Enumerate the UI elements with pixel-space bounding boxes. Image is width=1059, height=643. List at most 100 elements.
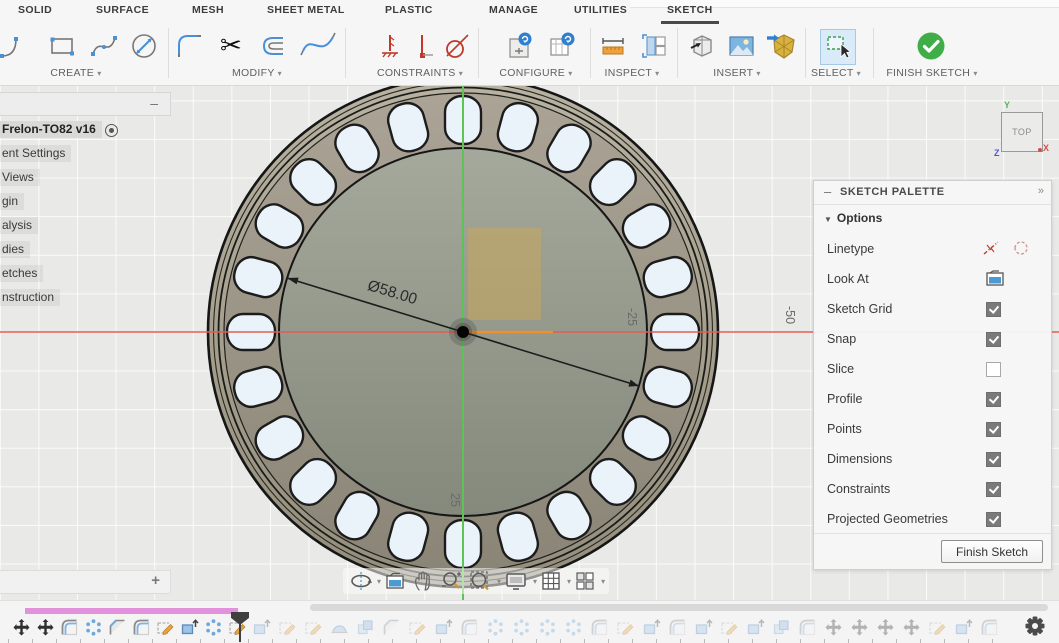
sketch-origin-point[interactable] — [449, 318, 477, 346]
configure-feature-icon[interactable] — [505, 31, 535, 61]
timeline-ruler[interactable] — [8, 639, 993, 643]
timeline-chamfer-icon[interactable] — [108, 618, 127, 637]
group-label-finish-sketch[interactable]: FINISH SKETCH ▾ — [886, 67, 977, 79]
spline-tool-icon[interactable] — [89, 31, 119, 61]
chevron-down-icon[interactable]: ▾ — [377, 577, 381, 586]
rectangle-tool-icon[interactable] — [47, 31, 77, 61]
timeline-combine-icon[interactable] — [356, 618, 375, 637]
timeline-extrude-icon[interactable] — [694, 618, 713, 637]
timeline-fillet-icon[interactable] — [590, 618, 609, 637]
timeline-sketch-icon[interactable] — [616, 618, 635, 637]
zoom-window-icon[interactable] — [468, 569, 492, 593]
timeline-sketch-icon[interactable] — [928, 618, 947, 637]
timeline-fillet-icon[interactable] — [798, 618, 817, 637]
display-settings-icon[interactable] — [504, 570, 528, 592]
sketch-grid-checkbox[interactable] — [986, 302, 1001, 317]
slice-checkbox[interactable] — [986, 362, 1001, 377]
trim-tool-icon[interactable]: ✂ — [220, 31, 250, 61]
palette-options-section[interactable]: ▼Options — [824, 211, 882, 225]
timeline-extrude-icon[interactable] — [434, 618, 453, 637]
dimensions-checkbox[interactable] — [986, 452, 1001, 467]
tangent-constraint-icon[interactable] — [442, 31, 472, 61]
palette-expand-icon[interactable]: » — [1038, 185, 1044, 197]
curve-tool-icon[interactable] — [299, 31, 329, 61]
tab-sketch[interactable]: SKETCH — [667, 4, 713, 16]
chevron-down-icon[interactable]: ▾ — [567, 577, 571, 586]
chevron-down-icon[interactable]: ▾ — [497, 577, 501, 586]
canvas-image-icon[interactable] — [726, 31, 756, 61]
browser-item-sketches[interactable]: etches — [0, 266, 43, 284]
timeline-sketch-icon[interactable] — [720, 618, 739, 637]
timeline-sketch-icon[interactable] — [408, 618, 427, 637]
browser-add-icon[interactable]: + — [151, 572, 160, 589]
timeline-extrude-icon[interactable] — [746, 618, 765, 637]
dimension-tool-icon[interactable] — [129, 31, 159, 61]
timeline-settings-gear-icon[interactable] — [1024, 615, 1046, 637]
chevron-down-icon[interactable]: ▾ — [601, 577, 605, 586]
timeline-pattern-icon[interactable] — [512, 618, 531, 637]
fillet-tool-icon[interactable] — [175, 31, 205, 61]
configure-table-icon[interactable] — [547, 31, 577, 61]
profile-checkbox[interactable] — [986, 392, 1001, 407]
timeline-fillet-icon[interactable] — [668, 618, 687, 637]
palette-collapse-icon[interactable]: – — [824, 184, 831, 199]
construction-toggle-icon[interactable] — [1011, 239, 1031, 262]
section-analysis-icon[interactable] — [639, 31, 669, 61]
group-label-constraints[interactable]: CONSTRAINTS ▾ — [377, 67, 463, 79]
timeline-move-icon[interactable] — [824, 618, 843, 637]
browser-item-construction[interactable]: nstruction — [0, 290, 60, 308]
look-at-nav-icon[interactable] — [384, 570, 406, 592]
orbit-icon[interactable] — [350, 570, 372, 592]
offset-tool-icon[interactable] — [259, 31, 289, 61]
fix-constraint-icon[interactable] — [377, 31, 407, 61]
group-label-select[interactable]: SELECT ▾ — [811, 67, 861, 79]
browser-item-named-views[interactable]: Views — [0, 170, 40, 188]
browser-item-document-settings[interactable]: ent Settings — [0, 146, 71, 164]
browser-collapse-icon[interactable]: – — [150, 95, 158, 111]
tab-surface[interactable]: SURFACE — [96, 4, 149, 16]
timeline-extrude-icon[interactable] — [642, 618, 661, 637]
insert-mesh-icon[interactable] — [765, 31, 795, 61]
tab-solid[interactable]: SOLID — [18, 4, 52, 16]
vertical-constraint-icon[interactable] — [409, 31, 439, 61]
chevron-down-icon[interactable]: ▾ — [533, 577, 537, 586]
browser-item-origin[interactable]: gin — [0, 194, 24, 212]
group-label-create[interactable]: CREATE ▾ — [50, 67, 101, 79]
finish-sketch-button[interactable]: Finish Sketch — [941, 540, 1043, 563]
tab-plastic[interactable]: PLASTIC — [385, 4, 433, 16]
arc-tool-icon[interactable] — [0, 31, 22, 61]
centerline-toggle-icon[interactable] — [981, 239, 1001, 262]
viewcube[interactable]: TOP — [1001, 112, 1043, 152]
timeline-extrude-icon[interactable] — [180, 618, 199, 637]
timeline-combine-icon[interactable] — [772, 618, 791, 637]
timeline-chamfer-icon[interactable] — [382, 618, 401, 637]
browser-item-root[interactable]: Frelon-TO82 v16 — [0, 122, 102, 140]
timeline-move-icon[interactable] — [902, 618, 921, 637]
tab-manage[interactable]: MANAGE — [489, 4, 538, 16]
group-label-insert[interactable]: INSERT ▾ — [713, 67, 760, 79]
timeline-extrude-icon[interactable] — [954, 618, 973, 637]
zoom-icon[interactable] — [440, 570, 462, 592]
group-label-configure[interactable]: CONFIGURE ▾ — [499, 67, 572, 79]
browser-item-bodies[interactable]: dies — [0, 242, 30, 260]
snap-checkbox[interactable] — [986, 332, 1001, 347]
timeline-fillet-icon[interactable] — [132, 618, 151, 637]
timeline-move-icon[interactable] — [12, 618, 31, 637]
browser-header[interactable]: – — [0, 92, 171, 116]
projected-geometries-checkbox[interactable] — [986, 512, 1001, 527]
timeline-fillet-icon[interactable] — [60, 618, 79, 637]
tab-mesh[interactable]: MESH — [192, 4, 224, 16]
timeline-pattern-icon[interactable] — [564, 618, 583, 637]
grid-display-icon[interactable] — [540, 570, 562, 592]
group-label-modify[interactable]: MODIFY ▾ — [232, 67, 282, 79]
select-tool-icon[interactable] — [820, 29, 856, 65]
points-checkbox[interactable] — [986, 422, 1001, 437]
timeline-fillet-icon[interactable] — [460, 618, 479, 637]
timeline-sketch-icon[interactable] — [304, 618, 323, 637]
browser-radio-icon[interactable] — [105, 124, 118, 137]
timeline-group-bar[interactable] — [25, 608, 238, 614]
timeline-move-icon[interactable] — [876, 618, 895, 637]
timeline-pattern-icon[interactable] — [486, 618, 505, 637]
timeline-revolve-icon[interactable] — [330, 618, 349, 637]
timeline-sketch-icon[interactable] — [278, 618, 297, 637]
